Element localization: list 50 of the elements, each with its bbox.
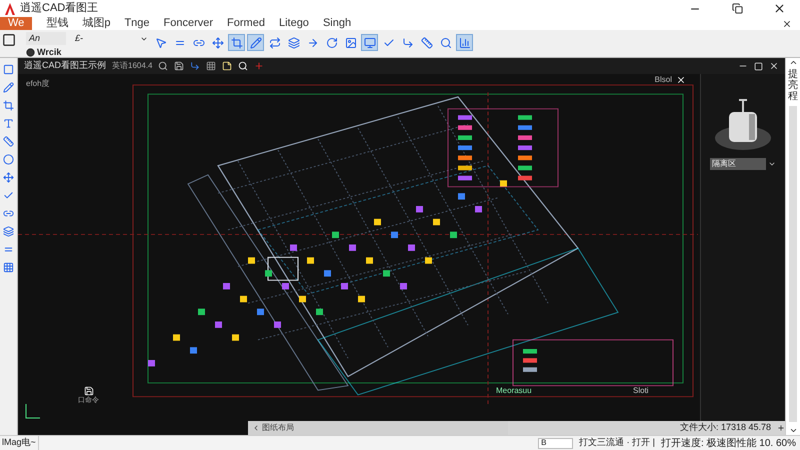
file-size-text: 文件大小: 17318 45.78: [680, 421, 771, 434]
scrollbar-track[interactable]: [789, 106, 797, 422]
scroll-up-icon[interactable]: [788, 58, 798, 67]
drawing-tab-title[interactable]: 逍遥CAD看图王示例: [24, 59, 106, 73]
note-icon[interactable]: [222, 61, 232, 71]
menu-item[interactable]: Foncerver: [164, 17, 214, 30]
scroll-down-icon[interactable]: [788, 426, 798, 435]
plus-icon[interactable]: [777, 424, 785, 432]
stamp-text: Sloti: [633, 385, 649, 397]
chevron-left-icon[interactable]: [252, 424, 260, 432]
menu-item[interactable]: 型钱: [46, 17, 68, 30]
title-block-text: Meorasuu: [496, 385, 532, 397]
layout-tab[interactable]: 图纸布局: [248, 421, 508, 435]
menu-item[interactable]: 城图p: [82, 17, 110, 30]
close-icon[interactable]: [769, 61, 779, 71]
drawing-tab-subtitle: 英语1604.4: [112, 60, 152, 72]
layout-tab-label[interactable]: 图纸布局: [262, 422, 294, 434]
viewport-label: efoh度: [26, 78, 50, 90]
menu-item[interactable]: Singh: [322, 17, 352, 30]
menu-item[interactable]: Formed: [227, 17, 265, 30]
close-icon[interactable]: [772, 2, 786, 15]
mode-dropdown[interactable]: lMag电~: [0, 436, 39, 450]
caret-icon[interactable]: [768, 160, 776, 168]
search-icon[interactable]: [158, 61, 168, 71]
circle-icon[interactable]: [26, 48, 35, 58]
zoom-icon[interactable]: [238, 61, 248, 71]
plus-icon[interactable]: [254, 61, 264, 71]
menu-item[interactable]: We: [0, 17, 32, 30]
menu-item[interactable]: Litego: [278, 17, 309, 30]
viewport-label: Blsol: [654, 74, 672, 86]
maximize-icon[interactable]: [754, 62, 763, 70]
axis-icon: [24, 404, 40, 420]
new-file-icon[interactable]: [2, 33, 16, 47]
close-icon[interactable]: [782, 18, 792, 28]
style-dropdown[interactable]: £-: [72, 32, 134, 45]
menu-item[interactable]: Tnge: [124, 17, 150, 30]
grid-icon[interactable]: [206, 61, 216, 71]
mode-label[interactable]: Wrcik: [37, 46, 62, 60]
command-field[interactable]: B: [538, 438, 574, 448]
open-speed-text: 打开速度: 极速图性能 10. 60%: [660, 436, 796, 450]
side-panel-text[interactable]: 提亮程: [788, 69, 798, 102]
axis-icon[interactable]: [190, 61, 200, 71]
app-logo-icon: [4, 2, 16, 14]
save-icon[interactable]: [174, 61, 184, 71]
layer-dropdown[interactable]: An: [26, 32, 66, 45]
window-title: 逍遥CAD看图王: [20, 0, 98, 16]
restore-icon[interactable]: [732, 3, 742, 14]
close-icon[interactable]: [676, 75, 686, 85]
status-message: 打文三流通 · 打开 |: [579, 436, 655, 450]
isolate-field[interactable]: 隔离区: [710, 158, 766, 170]
